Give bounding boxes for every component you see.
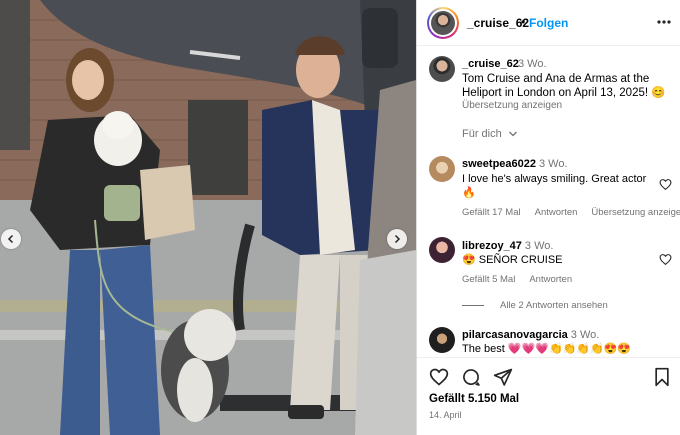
comment-timestamp[interactable]: 3 Wo. <box>539 158 568 170</box>
next-image-button[interactable] <box>387 229 407 249</box>
comment-text: 😍 SEÑOR CRUISE <box>462 254 563 266</box>
share-icon[interactable] <box>493 367 513 387</box>
follow-button[interactable]: Folgen <box>529 16 568 30</box>
comment-username-text: librezoy_47 <box>462 240 522 252</box>
post-date[interactable]: 14. April <box>429 410 462 420</box>
caption-avatar[interactable] <box>429 56 455 82</box>
comment-username-text: sweetpea6022 <box>462 158 536 170</box>
more-icon[interactable] <box>656 12 672 32</box>
comment-meta: Gefällt 5 Mal Antworten <box>462 274 586 285</box>
comment-text: The best 💗💗💗👏👏👏👏😍😍 <box>462 343 632 355</box>
comment-reply-button[interactable]: Antworten <box>535 207 578 218</box>
caption-username[interactable]: _cruise_62 <box>462 58 519 70</box>
comment-username-text: pilarcasanovagarcia <box>462 329 568 341</box>
comment-icon[interactable] <box>461 367 481 387</box>
view-replies-label: Alle 2 Antworten ansehen <box>500 300 608 311</box>
caption-translate-link[interactable]: Übersetzung anzeigen <box>462 100 562 111</box>
comment-username[interactable]: librezoy_47 3 Wo. <box>462 240 553 252</box>
commenter-avatar[interactable] <box>429 327 455 353</box>
caption-timestamp[interactable]: 3 Wo. <box>518 58 547 70</box>
chevron-down-icon <box>508 131 517 137</box>
post-photo[interactable] <box>0 0 416 435</box>
caption-text: Tom Cruise and Ana de Armas at the Helip… <box>462 73 666 99</box>
comment-heart-icon[interactable] <box>659 178 672 191</box>
comment-reply-button[interactable]: Antworten <box>529 274 572 285</box>
replies-divider-line <box>462 304 484 306</box>
for-you-toggle[interactable]: Für dich <box>462 128 518 140</box>
comment-meta: Gefällt 17 Mal Antworten Übersetzung anzei… <box>462 207 680 218</box>
separator-dot: • <box>521 15 526 29</box>
comment-timestamp[interactable]: 3 Wo. <box>571 329 600 341</box>
commenter-avatar[interactable] <box>429 156 455 182</box>
post-header: _cruise_62 • Folgen <box>417 0 680 46</box>
view-replies-button[interactable]: Alle 2 Antworten ansehen <box>462 300 608 311</box>
comment-text: I love he's always smiling. Great actor <box>462 173 647 185</box>
chevron-right-icon <box>394 234 401 244</box>
comment-username[interactable]: sweetpea6022 3 Wo. <box>462 158 568 170</box>
commenter-avatar[interactable] <box>429 237 455 263</box>
previous-image-button[interactable] <box>1 229 21 249</box>
heart-icon[interactable] <box>429 367 449 387</box>
comment-username[interactable]: pilarcasanovagarcia 3 Wo. <box>462 329 599 341</box>
photo-scene <box>0 0 416 435</box>
post-actions: Gefällt 5.150 Mal 14. April <box>417 357 680 435</box>
comment-likes[interactable]: Gefällt 5 Mal <box>462 274 515 285</box>
chevron-left-icon <box>7 234 14 244</box>
author-avatar[interactable] <box>427 7 459 39</box>
comment-heart-icon[interactable] <box>659 253 672 266</box>
comment-timestamp[interactable]: 3 Wo. <box>525 240 554 252</box>
post-likes-count[interactable]: Gefällt 5.150 Mal <box>429 393 519 405</box>
bookmark-icon[interactable] <box>652 367 672 387</box>
comment-text-emoji: 🔥 <box>462 187 476 199</box>
author-username[interactable]: _cruise_62 <box>467 16 529 30</box>
for-you-label: Für dich <box>462 128 502 140</box>
post-sidebar: _cruise_62 • Folgen _cruise_62 3 Wo. Tom… <box>416 0 680 435</box>
comment-likes[interactable]: Gefällt 17 Mal <box>462 207 521 218</box>
comment-translate-link[interactable]: Übersetzung anzeigen <box>591 207 680 218</box>
